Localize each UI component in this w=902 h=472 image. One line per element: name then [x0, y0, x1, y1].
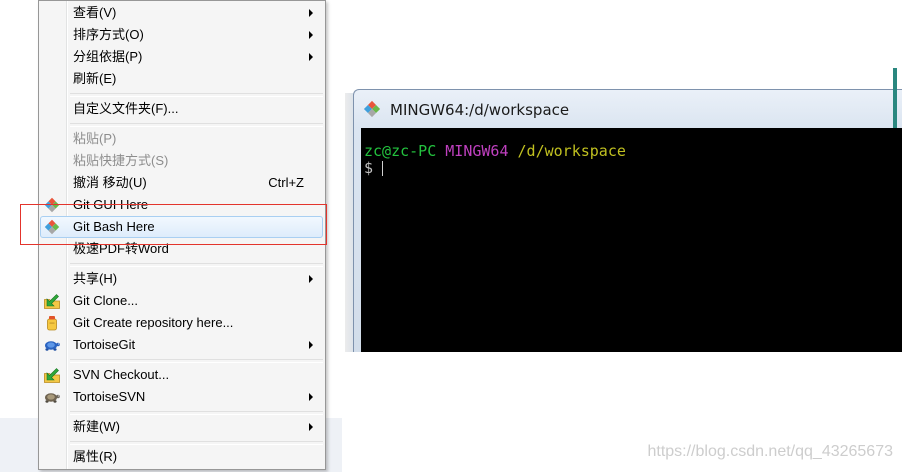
menu-item-label: 属性(R) — [73, 449, 118, 464]
menu-item-label: 刷新(E) — [73, 71, 117, 86]
menu-item-svn-checkout[interactable]: SVN Checkout... — [41, 364, 323, 386]
menu-item-label: SVN Checkout... — [73, 367, 170, 382]
menu-item-paste: 粘贴(P) — [41, 128, 323, 150]
terminal-console[interactable]: zc@zc-PC MINGW64 /d/workspace $ — [361, 128, 902, 352]
background-window-edge — [893, 68, 897, 128]
menu-item-label: 新建(W) — [73, 419, 120, 434]
submenu-arrow-icon — [309, 275, 313, 283]
menu-item-label: 共享(H) — [73, 271, 118, 286]
menu-item-label: 排序方式(O) — [73, 27, 144, 42]
menu-item-tortoisesvn[interactable]: TortoiseSVN — [41, 386, 323, 408]
menu-item-label: 粘贴(P) — [73, 131, 117, 146]
submenu-arrow-icon — [309, 31, 313, 39]
menu-item-paste-shortcut: 粘贴快捷方式(S) — [41, 150, 323, 172]
terminal-window: MINGW64:/d/workspace zc@zc-PC MINGW64 /d… — [353, 89, 902, 352]
menu-item-git-create-repository[interactable]: Git Create repository here... — [41, 312, 323, 334]
prompt-path: /d/workspace — [517, 142, 626, 160]
menu-item-sort-by[interactable]: 排序方式(O) — [41, 24, 323, 46]
menu-separator — [41, 438, 323, 446]
menu-separator — [41, 260, 323, 268]
menu-separator — [41, 356, 323, 364]
menu-item-view[interactable]: 查看(V) — [41, 2, 323, 24]
input-line: $ — [364, 160, 902, 177]
annotation-highlight-box — [20, 204, 327, 245]
menu-item-label: 撤消 移动(U) — [73, 175, 147, 190]
menu-item-label: TortoiseSVN — [73, 389, 146, 404]
menu-item-group-by[interactable]: 分组依据(P) — [41, 46, 323, 68]
menu-item-customize-folder[interactable]: 自定义文件夹(F)... — [41, 98, 323, 120]
menu-item-label: 自定义文件夹(F)... — [73, 101, 179, 116]
menu-item-share[interactable]: 共享(H) — [41, 268, 323, 290]
menu-item-label: 分组依据(P) — [73, 49, 143, 64]
menu-item-label: 查看(V) — [73, 5, 117, 20]
submenu-arrow-icon — [309, 53, 313, 61]
git-clone-icon — [44, 294, 60, 309]
submenu-arrow-icon — [309, 9, 313, 17]
tortoisegit-icon — [45, 341, 60, 351]
menu-item-tortoisegit[interactable]: TortoiseGit — [41, 334, 323, 356]
menu-item-label: 粘贴快捷方式(S) — [73, 153, 169, 168]
svn-checkout-icon — [44, 368, 60, 383]
submenu-arrow-icon — [309, 393, 313, 401]
window-title: MINGW64:/d/workspace — [390, 101, 570, 119]
menu-item-undo-move[interactable]: 撤消 移动(U) Ctrl+Z — [41, 172, 323, 194]
tortoisesvn-icon — [45, 393, 60, 403]
prompt-system: MINGW64 — [445, 142, 509, 160]
menu-item-label: TortoiseGit — [73, 337, 136, 352]
prompt-line: zc@zc-PC MINGW64 /d/workspace — [364, 143, 902, 160]
menu-separator — [41, 120, 323, 128]
menu-item-new[interactable]: 新建(W) — [41, 416, 323, 438]
menu-item-refresh[interactable]: 刷新(E) — [41, 68, 323, 90]
prompt-user-host: zc@zc-PC — [364, 142, 437, 160]
menu-separator — [41, 90, 323, 98]
git-bash-icon — [363, 100, 381, 118]
menu-item-label: Git Create repository here... — [73, 315, 234, 330]
submenu-arrow-icon — [309, 423, 313, 431]
git-create-repository-icon — [47, 316, 57, 331]
menu-item-label: Git Clone... — [73, 293, 139, 308]
submenu-arrow-icon — [309, 341, 313, 349]
window-shadow — [345, 93, 353, 352]
menu-item-git-clone[interactable]: Git Clone... — [41, 290, 323, 312]
watermark: https://blog.csdn.net/qq_43265673 — [647, 443, 893, 460]
menu-separator — [41, 408, 323, 416]
text-cursor — [382, 161, 384, 176]
menu-item-properties[interactable]: 属性(R) — [41, 446, 323, 468]
prompt-symbol: $ — [364, 159, 374, 177]
menu-item-shortcut: Ctrl+Z — [268, 175, 304, 190]
